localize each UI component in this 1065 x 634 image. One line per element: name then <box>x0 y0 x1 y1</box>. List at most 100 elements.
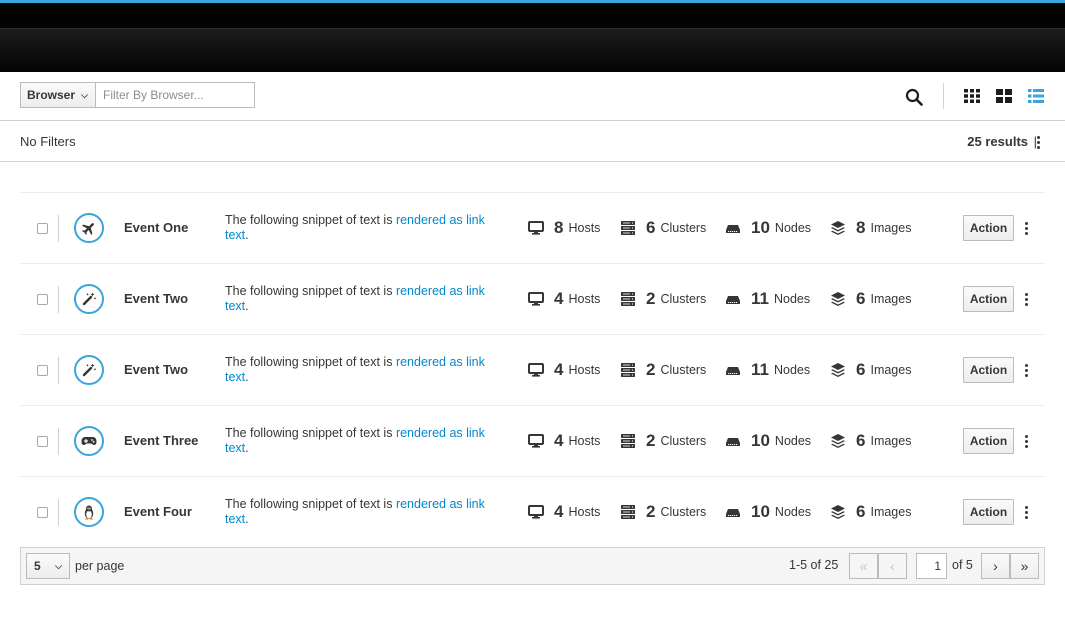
stat-nodes: 11 Nodes <box>725 360 810 380</box>
stat-images-label: Images <box>870 363 912 377</box>
event-description: The following snippet of text is rendere… <box>225 284 505 314</box>
container-node-icon <box>726 438 740 446</box>
stat-hosts-label: Hosts <box>568 505 601 519</box>
row-kebab-icon[interactable] <box>1023 506 1029 520</box>
description-suffix: . <box>245 512 249 526</box>
stat-hosts: 4 Hosts <box>528 431 600 451</box>
list-item[interactable]: Event Two The following snippet of text i… <box>20 264 1045 335</box>
row-kebab-icon[interactable] <box>1023 293 1029 307</box>
filter-type-dropdown[interactable]: Browser ⌵ <box>20 82 96 108</box>
server-stack-icon <box>621 363 635 377</box>
list-item[interactable]: Event Three The following snippet of text… <box>20 406 1045 477</box>
stat-nodes-count: 10 <box>751 218 770 237</box>
image-layers-icon <box>831 292 845 306</box>
action-button[interactable]: Action <box>963 286 1014 312</box>
row-separator <box>58 215 59 242</box>
container-node-icon <box>726 296 740 304</box>
stat-nodes: 10 Nodes <box>725 431 811 451</box>
row-separator <box>58 428 59 455</box>
row-checkbox[interactable] <box>37 365 48 376</box>
event-avatar <box>74 213 104 243</box>
stat-images-count: 6 <box>856 431 866 450</box>
event-title: Event Four <box>124 504 192 519</box>
active-filters-label: No Filters <box>20 134 76 149</box>
filter-type-label: Browser <box>27 88 76 102</box>
action-button[interactable]: Action <box>963 215 1014 241</box>
results-kebab-icon[interactable] <box>1035 136 1041 150</box>
stat-hosts: 8 Hosts <box>528 218 600 238</box>
stat-hosts-count: 4 <box>554 289 564 308</box>
last-page-button[interactable]: » <box>1010 553 1039 579</box>
row-checkbox[interactable] <box>37 507 48 518</box>
next-page-button[interactable]: › <box>981 553 1010 579</box>
desktop-icon <box>528 221 544 235</box>
action-button[interactable]: Action <box>963 428 1014 454</box>
filter-input[interactable] <box>96 82 255 108</box>
stat-images-label: Images <box>870 221 912 235</box>
event-description: The following snippet of text is rendere… <box>225 355 505 385</box>
masthead-bottom-bar <box>0 29 1065 72</box>
stat-images-count: 6 <box>856 289 866 308</box>
current-page-input[interactable] <box>916 553 947 579</box>
stat-nodes: 11 Nodes <box>725 289 810 309</box>
search-icon[interactable] <box>905 88 923 106</box>
description-text: The following snippet of text is <box>225 284 396 298</box>
stat-nodes-count: 11 <box>751 360 769 379</box>
stat-nodes-count: 10 <box>751 502 770 521</box>
row-checkbox[interactable] <box>37 223 48 234</box>
stat-hosts: 4 Hosts <box>528 289 600 309</box>
event-title: Event Two <box>124 291 189 306</box>
server-stack-icon <box>621 434 635 448</box>
stat-clusters-label: Clusters <box>660 505 707 519</box>
stat-clusters: 6 Clusters <box>620 218 706 238</box>
event-description: The following snippet of text is rendere… <box>225 426 505 456</box>
stat-hosts-label: Hosts <box>568 434 601 448</box>
stat-images-label: Images <box>870 505 912 519</box>
event-avatar <box>74 497 104 527</box>
stat-nodes-label: Nodes <box>774 221 812 235</box>
row-kebab-icon[interactable] <box>1023 364 1029 378</box>
list-item[interactable]: Event Two The following snippet of text i… <box>20 335 1045 406</box>
stat-nodes-label: Nodes <box>773 363 811 377</box>
row-checkbox[interactable] <box>37 294 48 305</box>
stat-images: 8 Images <box>830 218 911 238</box>
desktop-icon <box>528 434 544 448</box>
action-button[interactable]: Action <box>963 357 1014 383</box>
first-page-button[interactable]: « <box>849 553 878 579</box>
list-item[interactable]: Event Four The following snippet of text … <box>20 477 1045 548</box>
event-avatar <box>74 284 104 314</box>
row-kebab-icon[interactable] <box>1023 435 1029 449</box>
stat-hosts-count: 4 <box>554 431 564 450</box>
description-suffix: . <box>245 299 249 313</box>
list-view: Event One The following snippet of text i… <box>20 192 1045 548</box>
list-item[interactable]: Event One The following snippet of text i… <box>20 193 1045 264</box>
view-grid-large-icon[interactable] <box>996 89 1012 103</box>
double-chevron-right-icon: » <box>1020 558 1029 574</box>
server-stack-icon <box>621 505 635 519</box>
stat-hosts-count: 8 <box>554 218 564 237</box>
per-page-dropdown[interactable]: 5 ⌵ <box>26 553 70 579</box>
row-kebab-icon[interactable] <box>1023 222 1029 236</box>
previous-page-button[interactable]: ‹ <box>878 553 907 579</box>
action-button[interactable]: Action <box>963 499 1014 525</box>
filter-results-bar: No Filters 25 results | <box>0 121 1065 162</box>
stat-nodes: 10 Nodes <box>725 502 811 522</box>
stat-clusters-count: 6 <box>646 218 656 237</box>
view-list-icon[interactable] <box>1028 89 1044 103</box>
toolbar: Browser ⌵ <box>0 72 1065 121</box>
stat-clusters: 2 Clusters <box>620 431 706 451</box>
description-text: The following snippet of text is <box>225 497 396 511</box>
stat-nodes-label: Nodes <box>773 292 811 306</box>
stat-images-count: 6 <box>856 502 866 521</box>
image-layers-icon <box>831 434 845 448</box>
stat-nodes: 10 Nodes <box>725 218 811 238</box>
magic-wand-icon <box>82 292 97 306</box>
row-checkbox[interactable] <box>37 436 48 447</box>
view-grid-small-icon[interactable] <box>964 89 980 103</box>
stat-images-label: Images <box>870 434 912 448</box>
stat-images-count: 8 <box>856 218 866 237</box>
toolbar-separator <box>943 83 944 109</box>
stat-nodes-label: Nodes <box>774 434 812 448</box>
masthead <box>0 0 1065 72</box>
stat-clusters-label: Clusters <box>660 221 707 235</box>
